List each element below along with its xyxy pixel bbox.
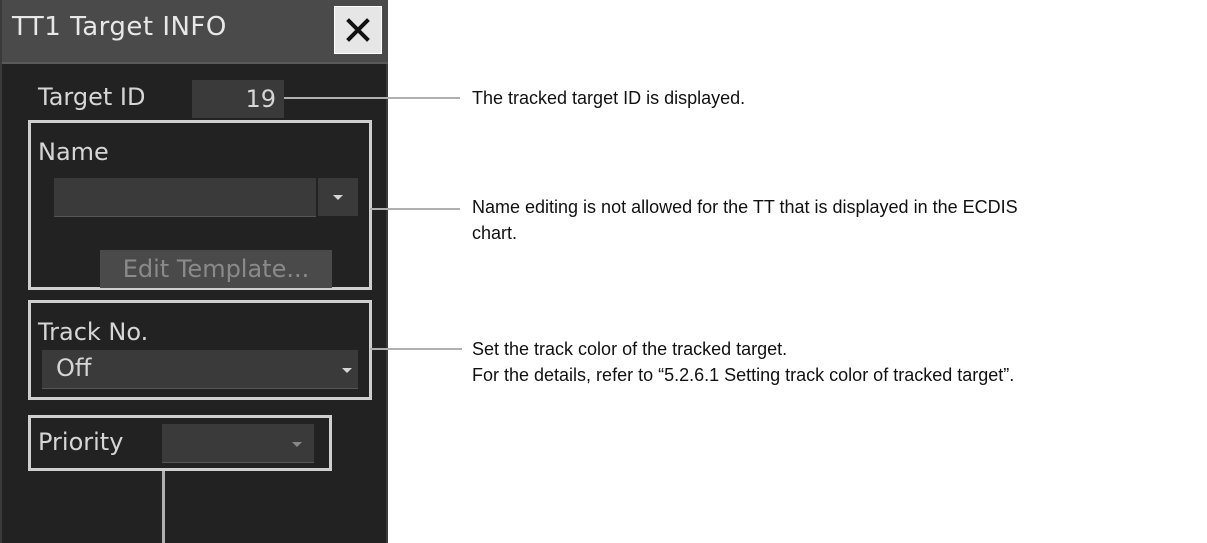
track-combo[interactable]: Off — [42, 350, 358, 389]
target-info-panel: TT1 Target INFO Target ID 19 Name Edit T… — [0, 0, 388, 543]
leader-line-target-id — [284, 97, 460, 99]
leader-line-name — [370, 208, 460, 210]
annotation-track-line1: Set the track color of the tracked targe… — [472, 339, 788, 359]
name-combo-field[interactable] — [54, 178, 316, 217]
chevron-down-icon — [333, 194, 343, 200]
close-button[interactable] — [334, 6, 382, 54]
priority-combo[interactable] — [162, 424, 314, 463]
window-title: TT1 Target INFO — [12, 12, 227, 42]
leader-line-track — [370, 348, 462, 350]
annotation-track-line2: For the details, refer to “5.2.6.1 Setti… — [472, 365, 1015, 385]
annotation-name-line2: chart. — [472, 223, 518, 243]
edit-template-button[interactable]: Edit Template... — [100, 250, 332, 288]
priority-label: Priority — [38, 428, 124, 456]
title-bar: TT1 Target INFO — [2, 0, 388, 64]
target-id-value: 19 — [192, 80, 284, 118]
leader-line-priority — [162, 471, 165, 543]
annotation-target-id: The tracked target ID is displayed. — [472, 88, 746, 108]
track-label: Track No. — [38, 318, 149, 346]
name-dropdown-button[interactable] — [318, 178, 358, 216]
target-id-label: Target ID — [38, 83, 146, 111]
chevron-down-icon — [342, 368, 352, 373]
track-value: Off — [56, 354, 92, 382]
chevron-down-icon — [292, 442, 302, 447]
name-label: Name — [38, 138, 109, 166]
annotation-name-line1: Name editing is not allowed for the TT t… — [472, 197, 1018, 217]
close-icon — [346, 18, 370, 42]
